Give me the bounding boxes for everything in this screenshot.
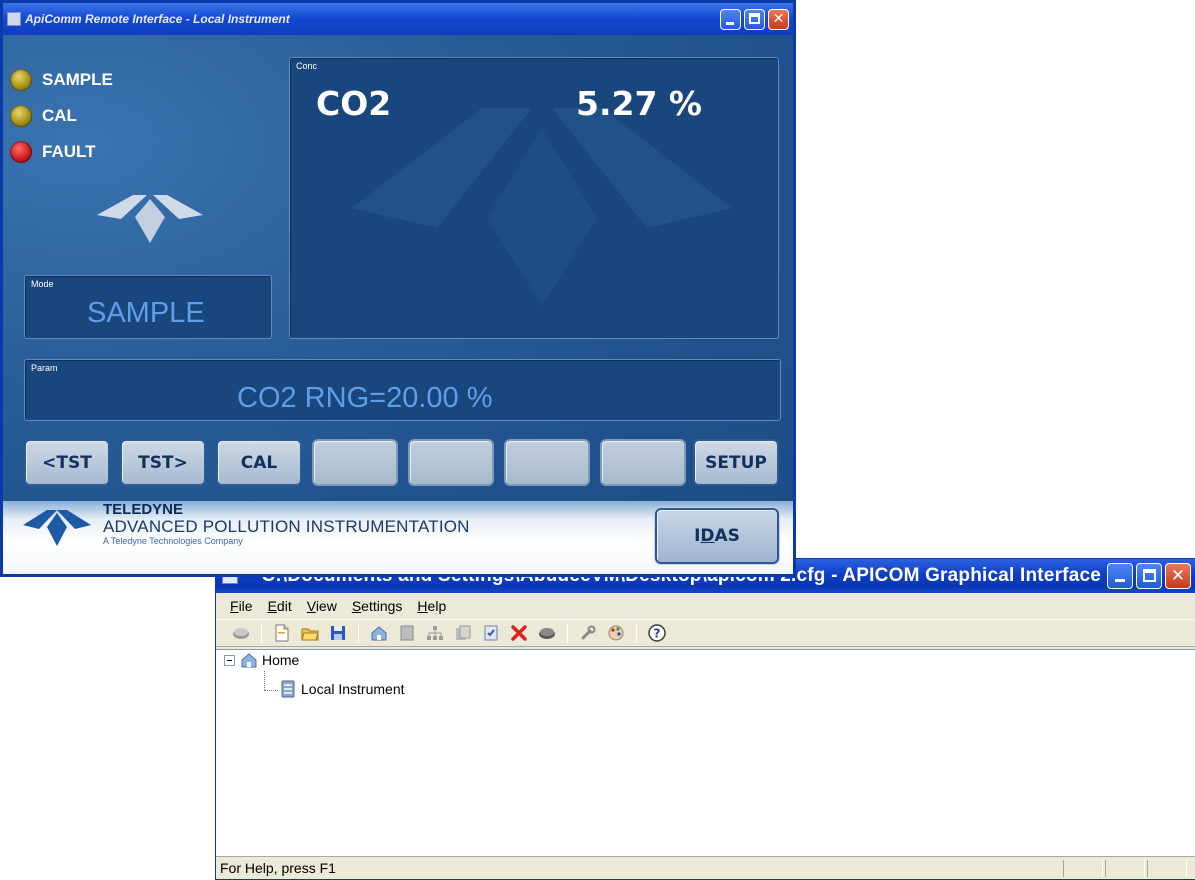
menu-settings[interactable]: Settings (352, 598, 403, 614)
idas-label-hotkey: D (700, 526, 715, 546)
tree-node-label: Local Instrument (301, 681, 405, 697)
maximize-icon (749, 12, 760, 24)
soft-key-4[interactable] (312, 439, 398, 486)
status-segment (1063, 860, 1103, 877)
status-bar: For Help, press F1 (216, 856, 1195, 879)
connect-icon[interactable] (230, 622, 252, 644)
tree-node-home[interactable]: Home (224, 652, 299, 668)
svg-text:?: ? (654, 627, 661, 641)
brand-name: TELEDYNE (103, 501, 184, 518)
instrument-tree: Home Local Instrument (216, 649, 1195, 856)
menu-bar: File Edit View Settings Help (216, 593, 1195, 619)
remote-interface-window: ApiComm Remote Interface - Local Instrum… (0, 0, 796, 577)
menu-edit[interactable]: Edit (268, 598, 292, 614)
close-button[interactable]: ✕ (1165, 563, 1191, 589)
idas-label-suffix: AS (714, 526, 740, 546)
conc-panel-label: Conc (296, 61, 318, 71)
teledyne-brand-logo-icon (23, 510, 91, 546)
toolbar-separator (358, 623, 359, 643)
mode-panel: Mode SAMPLE (24, 275, 272, 339)
teledyne-logo-icon (97, 195, 203, 243)
network-icon[interactable] (424, 622, 446, 644)
sample-led-icon (10, 69, 32, 91)
copy-icon[interactable] (452, 622, 474, 644)
maximize-button[interactable] (744, 8, 765, 30)
sample-led-label: SAMPLE (42, 70, 113, 89)
app-icon (7, 12, 21, 26)
save-disk-icon[interactable] (327, 622, 349, 644)
menu-view[interactable]: View (307, 598, 337, 614)
setup-button[interactable]: SETUP (693, 439, 779, 486)
fault-led-row: FAULT (10, 141, 96, 163)
close-button[interactable]: ✕ (768, 8, 789, 30)
home-icon[interactable] (368, 622, 390, 644)
collapse-icon[interactable] (224, 654, 235, 666)
fault-led-label: FAULT (42, 142, 96, 161)
param-value: CO2 RNG=20.00 % (237, 382, 493, 414)
toolbar-separator (261, 623, 262, 643)
properties-icon[interactable] (480, 622, 502, 644)
status-text: For Help, press F1 (220, 860, 336, 876)
delete-icon[interactable] (508, 622, 530, 644)
apicom-window: C:\Documents and Settings\AbudeeVM\Deskt… (215, 558, 1195, 880)
tree-connector (264, 690, 278, 691)
instrument-icon[interactable] (396, 622, 418, 644)
concentration-value: 5.27 % (576, 84, 702, 123)
disconnect-icon[interactable] (536, 622, 558, 644)
open-folder-icon[interactable] (299, 622, 321, 644)
minimize-icon (1115, 579, 1125, 582)
palette-icon[interactable] (605, 622, 627, 644)
remote-title: ApiComm Remote Interface - Local Instrum… (25, 12, 290, 26)
minimize-button[interactable] (1107, 563, 1133, 589)
mode-value: SAMPLE (87, 297, 205, 329)
sample-led-row: SAMPLE (10, 69, 113, 91)
wrench-icon[interactable] (577, 622, 599, 644)
tst-next-button[interactable]: TST> (120, 439, 206, 486)
status-segment (1147, 860, 1187, 877)
minimize-button[interactable] (720, 8, 741, 30)
cal-led-icon (10, 105, 32, 127)
mode-panel-label: Mode (31, 279, 54, 289)
menu-file[interactable]: File (230, 598, 253, 614)
maximize-button[interactable] (1136, 563, 1162, 589)
brand-tagline: A Teledyne Technologies Company (103, 536, 243, 546)
toolbar: ? (216, 619, 1195, 647)
help-icon[interactable]: ? (646, 622, 668, 644)
param-panel: Param CO2 RNG=20.00 % (24, 359, 781, 421)
menu-help[interactable]: Help (417, 598, 446, 614)
tree-node-local-instrument[interactable]: Local Instrument (280, 680, 405, 698)
soft-key-5[interactable] (408, 439, 494, 486)
instrument-front-panel: SAMPLE CAL FAULT Conc CO2 5.27 % Mode SA… (3, 35, 793, 574)
remote-titlebar[interactable]: ApiComm Remote Interface - Local Instrum… (3, 3, 793, 35)
tst-prev-button[interactable]: <TST (24, 439, 110, 486)
gas-name: CO2 (316, 84, 392, 123)
new-file-icon[interactable] (271, 622, 293, 644)
minimize-icon (726, 21, 734, 25)
tree-connector (264, 671, 265, 690)
idas-button[interactable]: I D AS (655, 508, 779, 564)
home-icon (241, 653, 257, 668)
soft-key-6[interactable] (504, 439, 590, 486)
conc-panel: Conc CO2 5.27 % (289, 57, 779, 339)
fault-led-icon (10, 141, 32, 163)
soft-key-7[interactable] (600, 439, 686, 486)
status-segment (1105, 860, 1145, 877)
instrument-icon (281, 680, 295, 698)
param-panel-label: Param (31, 363, 58, 373)
close-icon: ✕ (772, 10, 785, 27)
cal-button[interactable]: CAL (216, 439, 302, 486)
toolbar-separator (567, 623, 568, 643)
toolbar-separator (636, 623, 637, 643)
cal-led-row: CAL (10, 105, 77, 127)
tree-node-label: Home (262, 652, 300, 668)
brand-subtitle: ADVANCED POLLUTION INSTRUMENTATION (103, 517, 470, 536)
maximize-icon (1143, 569, 1156, 582)
cal-led-label: CAL (42, 106, 77, 125)
close-icon: ✕ (1170, 566, 1186, 586)
